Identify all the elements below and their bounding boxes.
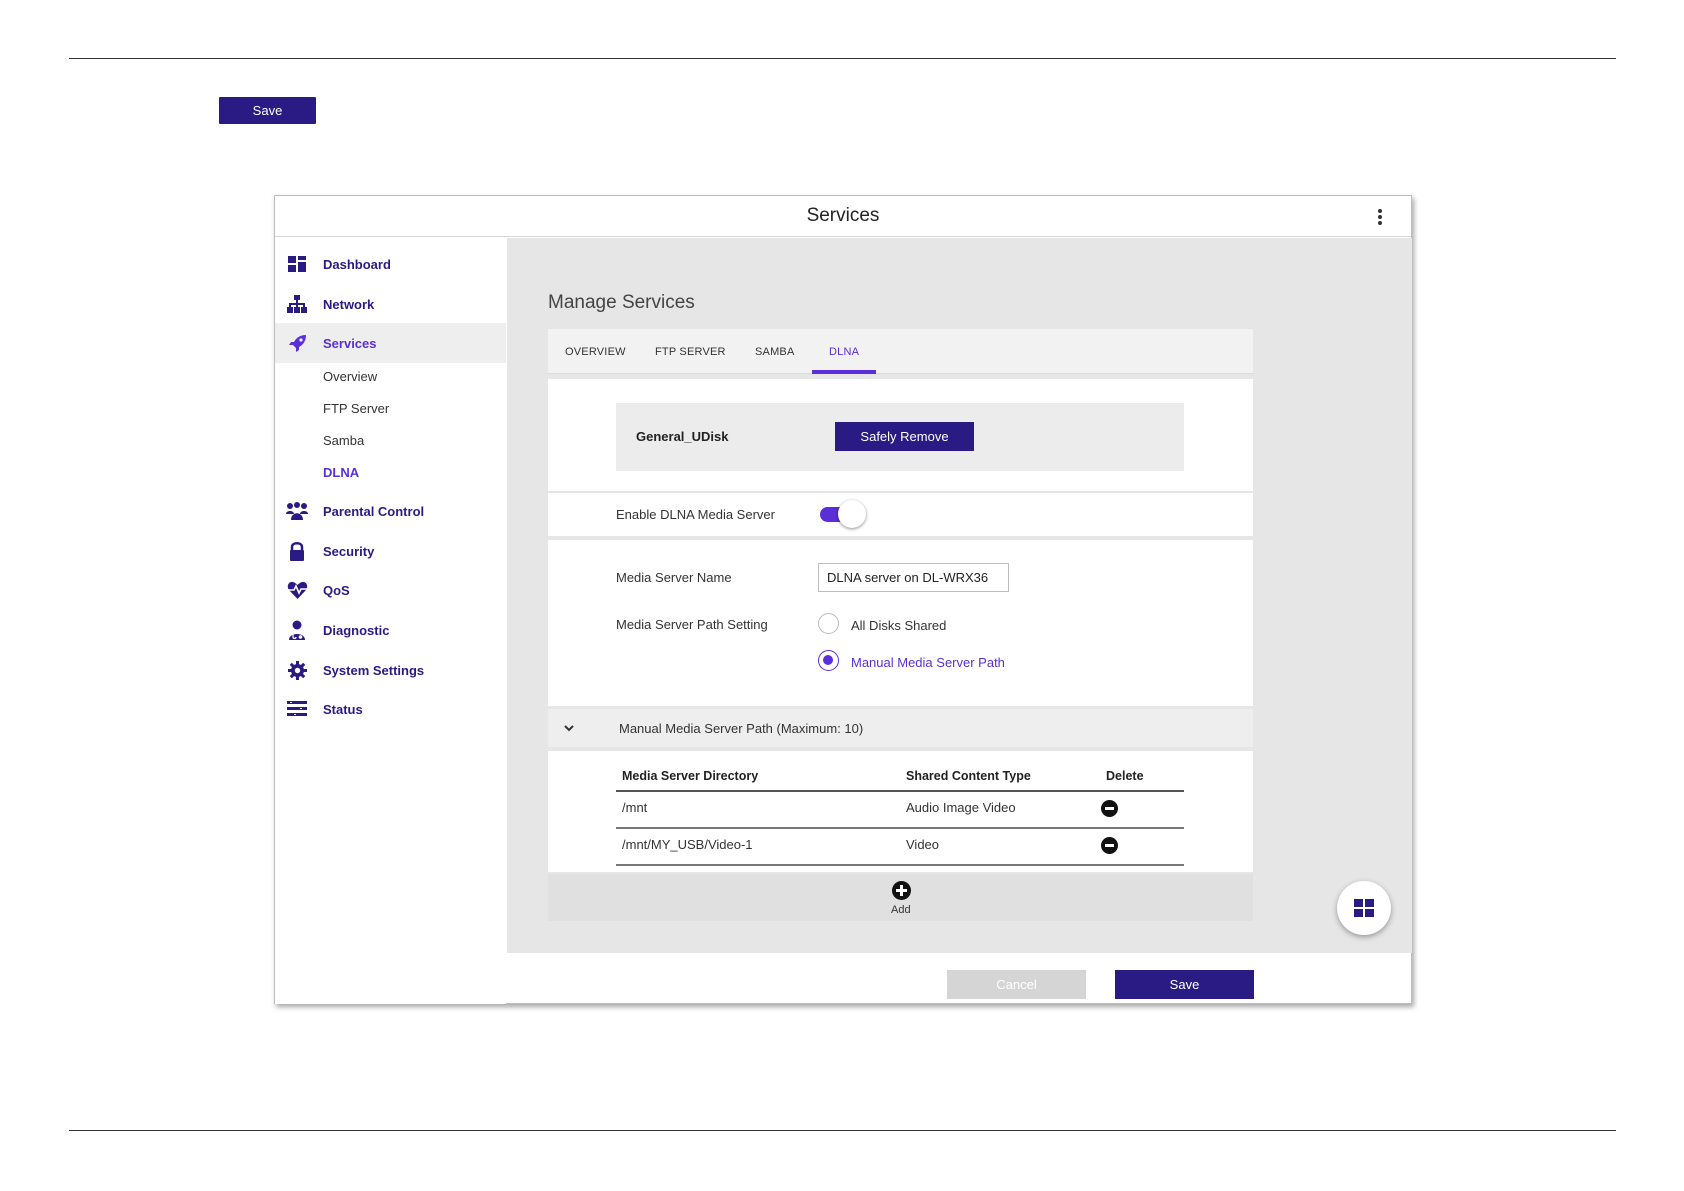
sidebar-item-label: Dashboard xyxy=(323,256,391,272)
column-header-directory: Media Server Directory xyxy=(622,769,759,783)
network-icon xyxy=(286,293,308,315)
sidebar-subitem-dlna[interactable]: DLNA xyxy=(323,465,359,480)
list-icon xyxy=(286,698,308,720)
add-icon[interactable] xyxy=(892,881,911,900)
disk-name: General_UDisk xyxy=(636,429,729,444)
title-bar: Services xyxy=(275,196,1411,237)
sidebar-item-diagnostic[interactable]: Diagnostic xyxy=(275,610,506,650)
manual-path-radio[interactable] xyxy=(818,650,839,671)
gear-icon xyxy=(286,659,308,681)
row-2-directory: /mnt/MY_USB/Video-1 xyxy=(622,837,753,852)
sidebar: Dashboard Network Services Overview FTP … xyxy=(275,238,506,1004)
page-title: Services xyxy=(806,205,880,226)
column-header-delete: Delete xyxy=(1106,769,1144,783)
enable-dlna-toggle[interactable] xyxy=(818,500,868,528)
tab-dlna[interactable]: DLNA xyxy=(829,329,859,374)
row-1-directory: /mnt xyxy=(622,800,648,815)
all-disks-shared-radio[interactable] xyxy=(818,613,839,634)
sidebar-item-dashboard[interactable]: Dashboard xyxy=(275,244,506,284)
row-2-delete-icon[interactable] xyxy=(1101,837,1118,854)
active-tab-indicator xyxy=(812,370,876,374)
enable-dlna-card: Enable DLNA Media Server xyxy=(548,493,1253,536)
cancel-button[interactable]: Cancel xyxy=(947,970,1086,999)
users-icon xyxy=(286,500,308,522)
manual-path-title: Manual Media Server Path (Maximum: 10) xyxy=(619,721,864,736)
sidebar-item-security[interactable]: Security xyxy=(275,531,506,571)
content-panel: Manage Services OVERVIEW FTP SERVER SAMB… xyxy=(507,238,1412,953)
column-header-content-type: Shared Content Type xyxy=(906,769,1031,783)
grid-icon xyxy=(1354,899,1374,917)
sidebar-item-label: Diagnostic xyxy=(323,622,390,638)
safely-remove-button[interactable]: Safely Remove xyxy=(835,422,974,451)
sidebar-item-parental-control[interactable]: Parental Control xyxy=(275,491,506,531)
row-1-delete-icon[interactable] xyxy=(1101,800,1118,817)
app-window: Services Dashboard Network Services Over… xyxy=(274,195,1412,1004)
path-table-card: Media Server Directory Shared Content Ty… xyxy=(548,751,1253,872)
add-label[interactable]: Add xyxy=(891,904,911,916)
disk-panel: General_UDisk Safely Remove xyxy=(616,403,1184,471)
manual-path-label[interactable]: Manual Media Server Path xyxy=(851,655,1005,670)
sidebar-item-label: QoS xyxy=(323,582,350,598)
lock-icon xyxy=(286,540,308,562)
document-save-button[interactable]: Save xyxy=(219,97,316,124)
tab-overview[interactable]: OVERVIEW xyxy=(565,329,626,374)
sidebar-item-network[interactable]: Network xyxy=(275,284,506,324)
sidebar-item-label: Network xyxy=(323,296,375,312)
media-server-name-input[interactable] xyxy=(818,563,1009,592)
sidebar-item-label: Services xyxy=(323,335,377,351)
sidebar-item-label: Status xyxy=(323,701,363,717)
row-2-content-type: Video xyxy=(906,837,940,852)
tab-bar: OVERVIEW FTP SERVER SAMBA DLNA xyxy=(548,329,1253,374)
doctor-icon xyxy=(286,619,308,641)
tab-ftp-server[interactable]: FTP SERVER xyxy=(655,329,726,374)
row-1-content-type: Audio Image Video xyxy=(906,800,1016,815)
server-settings-card: Media Server Name Media Server Path Sett… xyxy=(548,540,1253,706)
sidebar-item-services[interactable]: Services xyxy=(275,323,506,363)
add-bar: Add xyxy=(548,874,1253,921)
dashboard-icon xyxy=(286,253,308,275)
path-setting-label: Media Server Path Setting xyxy=(616,617,768,632)
table-row-divider xyxy=(616,827,1184,829)
sidebar-item-qos[interactable]: QoS xyxy=(275,570,506,610)
chevron-down-icon[interactable] xyxy=(562,721,576,735)
bottom-rule xyxy=(69,1130,1616,1131)
sidebar-item-label: Security xyxy=(323,543,375,559)
table-header-divider xyxy=(616,790,1184,792)
table-row-divider xyxy=(616,864,1184,866)
sidebar-item-label: Parental Control xyxy=(323,503,425,519)
top-rule xyxy=(69,58,1616,59)
section-heading: Manage Services xyxy=(548,292,695,313)
tab-samba[interactable]: SAMBA xyxy=(755,329,795,374)
sidebar-item-system-settings[interactable]: System Settings xyxy=(275,650,506,690)
disk-card: General_UDisk Safely Remove xyxy=(548,379,1253,491)
all-disks-shared-label[interactable]: All Disks Shared xyxy=(851,618,946,633)
sidebar-item-status[interactable]: Status xyxy=(275,689,506,729)
dashboard-fab-button[interactable] xyxy=(1337,881,1391,935)
save-button[interactable]: Save xyxy=(1115,970,1254,999)
enable-dlna-label: Enable DLNA Media Server xyxy=(616,507,775,522)
rocket-icon xyxy=(286,332,308,354)
manual-path-accordion[interactable]: Manual Media Server Path (Maximum: 10) xyxy=(548,709,1253,747)
media-server-name-label: Media Server Name xyxy=(616,570,732,585)
sidebar-item-label: System Settings xyxy=(323,662,425,678)
sidebar-subitem-ftp-server[interactable]: FTP Server xyxy=(323,401,389,416)
more-options-icon[interactable] xyxy=(1377,209,1383,225)
sidebar-subitem-overview[interactable]: Overview xyxy=(323,369,377,384)
heartbeat-icon xyxy=(286,579,308,601)
sidebar-subitem-samba[interactable]: Samba xyxy=(323,433,364,448)
